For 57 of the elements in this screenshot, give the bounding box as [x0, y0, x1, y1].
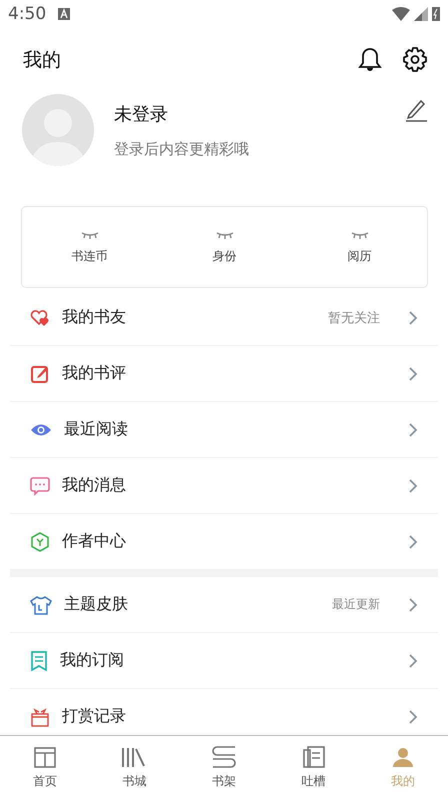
menu-label: 我的书评 — [62, 363, 126, 384]
menu-label: 打赏记录 — [62, 706, 126, 727]
message-icon — [30, 476, 50, 496]
chevron-icon — [408, 708, 418, 724]
bookmark-icon — [30, 650, 48, 670]
shirt-icon — [30, 594, 52, 614]
chevron-icon — [408, 596, 418, 612]
book-stack-icon — [210, 744, 237, 768]
page-title: 我的 — [23, 48, 61, 73]
menu-row[interactable]: 我的订阅 — [10, 633, 438, 689]
pencil-icon[interactable] — [404, 98, 428, 122]
menu-row[interactable]: 最近阅读 — [10, 402, 438, 458]
nav-tab[interactable]: 书架 — [179, 736, 269, 798]
hearts-icon — [30, 308, 50, 326]
gift-icon — [30, 706, 50, 726]
chevron-icon — [408, 366, 418, 382]
stat-label[interactable]: 身份 — [212, 248, 236, 264]
closed-eye-icon — [80, 230, 100, 240]
chevron-icon — [408, 534, 418, 550]
chevron-icon — [408, 310, 418, 326]
document-icon — [302, 744, 326, 768]
login-hint: 登录后内容更精彩哦 — [114, 140, 250, 158]
status-time: 4:50 — [8, 4, 46, 24]
signal-icon — [414, 7, 428, 21]
settings-icon[interactable] — [402, 47, 428, 73]
nav-tab[interactable]: 首页 — [0, 736, 90, 798]
battery-icon — [432, 7, 440, 21]
menu-label: 我的书友 — [62, 307, 126, 328]
menu-row[interactable]: 主题皮肤 最近更新 — [10, 577, 438, 633]
menu-row[interactable]: 打赏记录 — [10, 689, 438, 735]
chevron-icon — [408, 478, 418, 494]
user-name: 未登录 — [114, 102, 169, 126]
nav-tab[interactable]: 书城 — [90, 736, 180, 798]
stat-label[interactable]: 书连币 — [72, 248, 108, 264]
menu-label: 我的订阅 — [60, 650, 124, 671]
notification-icon — [58, 8, 70, 20]
eye-icon — [30, 422, 52, 436]
chevron-icon — [408, 652, 418, 668]
menu-note: 最近更新 — [332, 596, 380, 613]
stat-label[interactable]: 阅历 — [348, 248, 372, 264]
menu-label: 最近阅读 — [64, 419, 128, 440]
menu-row[interactable]: 我的消息 — [10, 458, 438, 514]
closed-eye-icon — [214, 230, 234, 240]
menu-row[interactable]: 我的书评 — [10, 346, 438, 402]
edit-icon — [30, 364, 50, 384]
menu-row[interactable]: 我的书友 暂无关注 — [10, 290, 438, 346]
box-icon — [32, 744, 57, 768]
closed-eye-icon — [350, 230, 370, 240]
hexagon-icon — [30, 532, 50, 552]
menu-label: 主题皮肤 — [64, 594, 128, 615]
wifi-icon — [392, 7, 410, 21]
menu-label: 作者中心 — [62, 531, 126, 552]
menu-label: 我的消息 — [62, 475, 126, 496]
nav-tab[interactable]: 吐槽 — [268, 736, 358, 798]
chevron-icon — [408, 422, 418, 438]
bell-icon[interactable] — [358, 47, 382, 73]
menu-note: 暂无关注 — [328, 310, 380, 326]
